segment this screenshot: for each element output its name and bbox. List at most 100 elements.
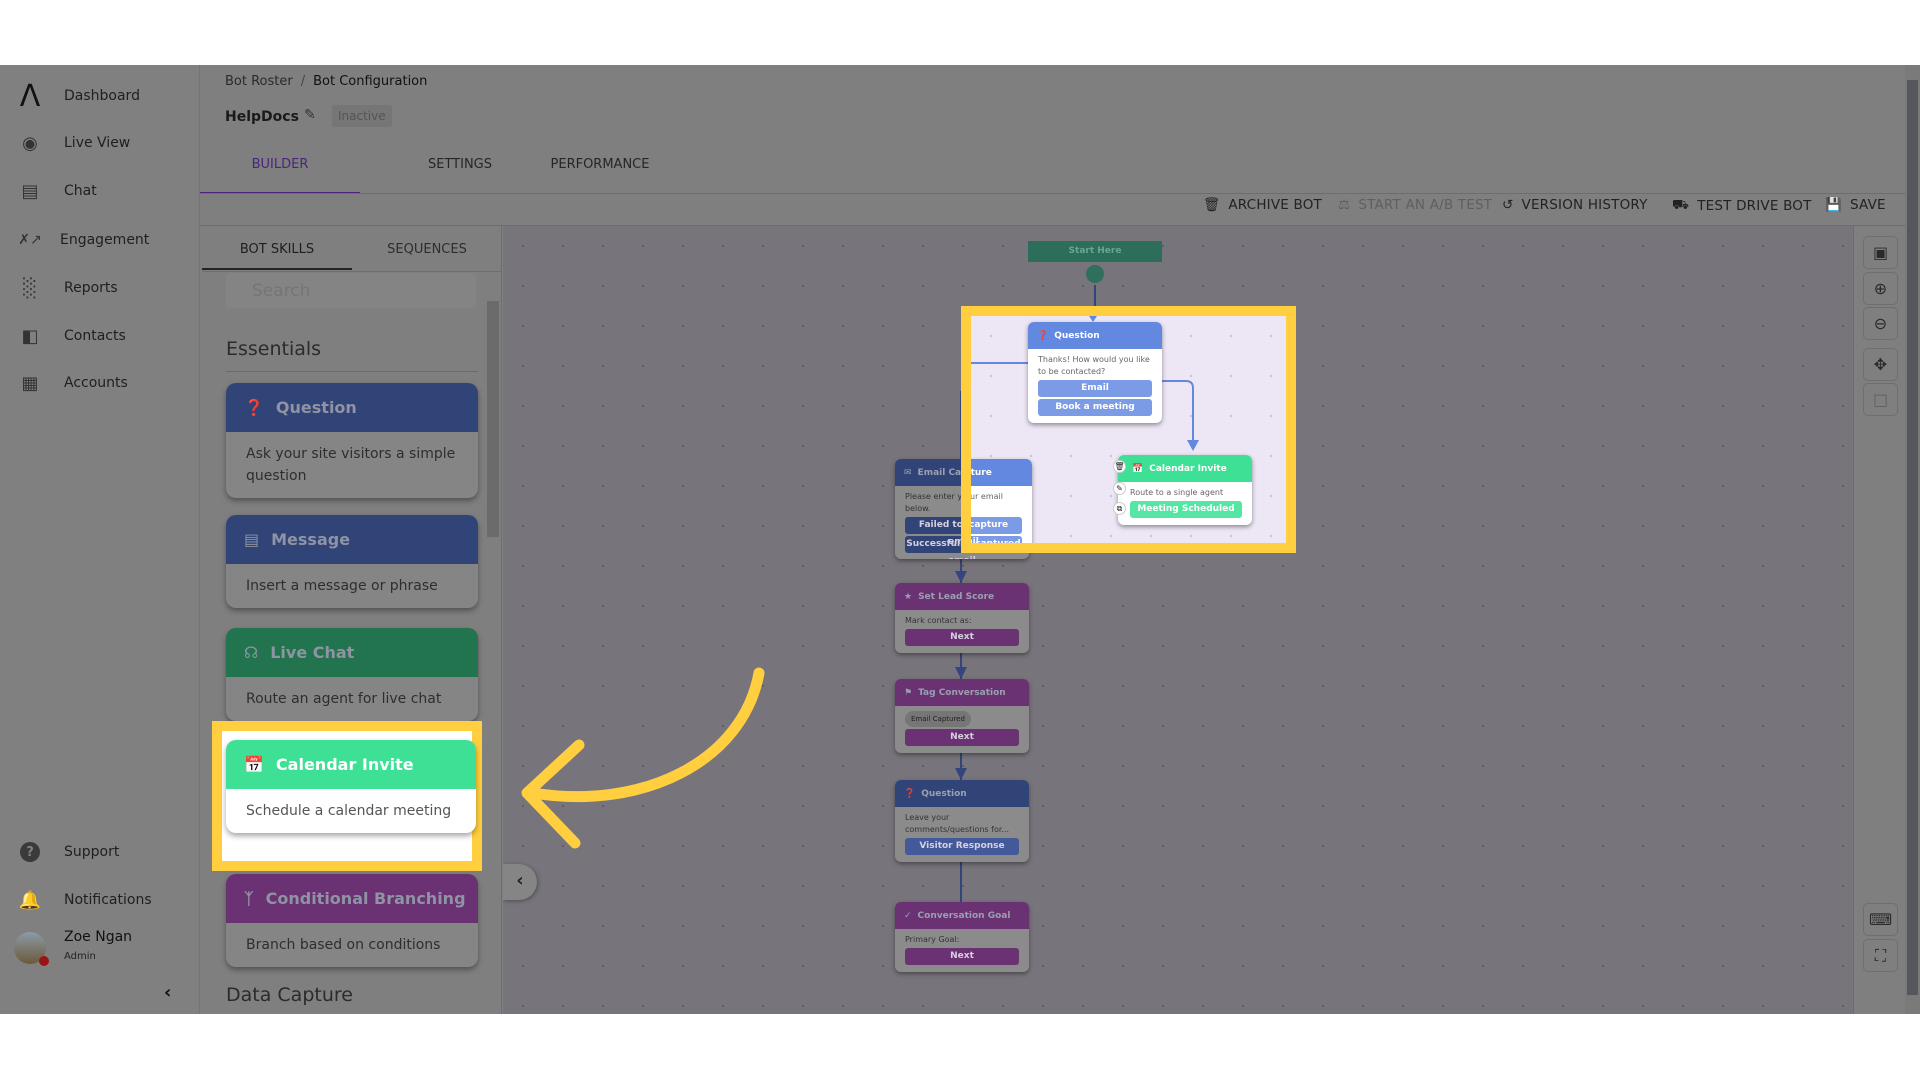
start-node-circle (1086, 265, 1104, 283)
center-view-button[interactable]: ▣ (1863, 236, 1898, 269)
node-calendar-invite[interactable]: 📅 Calendar Invite Route to a single agent… (1118, 455, 1252, 525)
sidebar-item-contacts[interactable]: ◧ Contacts (0, 316, 200, 356)
divider (226, 371, 478, 372)
connector-line (1161, 380, 1194, 441)
avatar[interactable] (14, 932, 49, 966)
pan-button[interactable]: ✥ (1863, 348, 1898, 381)
canvas-controls: ▣ ⊕ ⊖ ✥ □ ⌨ ⛶ (1853, 226, 1905, 1014)
star-icon: ★ (904, 591, 913, 602)
tab-builder[interactable]: BUILDER (200, 150, 360, 194)
fullscreen-button[interactable]: ⛶ (1863, 939, 1898, 972)
sidebar-item-engagement[interactable]: ✗↗ Engagement (0, 220, 200, 260)
node-conversation-goal[interactable]: ✓ Conversation Goal Primary Goal: Next (895, 902, 1029, 972)
calendar-icon: 📅 (244, 755, 264, 774)
zoom-out-icon: ⊖ (1873, 314, 1888, 333)
section-data-capture: Data Capture (226, 984, 353, 1006)
copy-node-icon[interactable]: ⧉ (1113, 502, 1126, 515)
user-name: Zoe Ngan (64, 929, 133, 945)
panel-scrollbar[interactable] (487, 301, 499, 537)
question-icon: ❓ (244, 398, 264, 417)
sidebar-item-accounts[interactable]: ▦ Accounts (0, 363, 200, 403)
headset-icon: ☊ (244, 643, 259, 662)
skill-card-calendar-invite[interactable]: 📅 Calendar Invite Schedule a calendar mee… (226, 740, 476, 833)
breadcrumb-separator: / (300, 74, 306, 89)
chat-icon: ▤ (21, 180, 39, 202)
divider (202, 271, 501, 272)
select-area-button[interactable]: □ (1863, 383, 1898, 416)
help-circle-icon: ? (20, 842, 40, 862)
status-dot (39, 956, 49, 966)
check-icon: ✓ (904, 910, 912, 921)
keyboard-shortcuts-button[interactable]: ⌨ (1863, 903, 1898, 936)
question-icon: ❓ (904, 788, 916, 799)
version-history-button[interactable]: ↺ VERSION HISTORY (1502, 197, 1648, 213)
tag-icon: ⚑ (904, 687, 913, 698)
sidebar-item-notifications[interactable]: 🔔 Notifications (0, 880, 200, 920)
edit-node-icon[interactable]: ✎ (1113, 482, 1126, 495)
delete-node-icon[interactable]: 🗑 (1113, 460, 1126, 473)
logo-icon: Λ (19, 78, 41, 114)
sidebar: Λ Dashboard ◉ Live View ▤ Chat ✗↗ Engage… (0, 65, 200, 1014)
archive-bot-button[interactable]: 🗑 ARCHIVE BOT (1203, 197, 1322, 213)
page-scrollbar[interactable] (1905, 65, 1920, 1014)
contact-card-icon: ◧ (21, 325, 39, 347)
bot-skills-panel: BOT SKILLS SEQUENCES Essentials ❓Questio… (202, 226, 502, 1014)
highlight-box: ✉Email Capture Please enter your email b… (961, 306, 1296, 553)
flow-canvas[interactable]: Start Here ✉ Email Capture Please enter y… (503, 226, 1853, 1014)
skill-card-live-chat[interactable]: ☊ Live Chat Route an agent for live chat (226, 628, 478, 721)
sidebar-item-support[interactable]: ? Support (0, 832, 200, 872)
history-icon: ↺ (1502, 197, 1514, 213)
arrow-head (1187, 440, 1199, 451)
collapse-sidebar-icon[interactable]: ‹ (164, 982, 171, 1003)
zoom-out-button[interactable]: ⊖ (1863, 307, 1898, 340)
arrow-head (955, 667, 967, 679)
sidebar-item-chat[interactable]: ▤ Chat (0, 171, 200, 211)
node-email-capture-highlighted[interactable]: ✉Email Capture Please enter your email b… (971, 459, 1032, 543)
sidebar-item-reports[interactable]: ░ Reports (0, 268, 200, 308)
keyboard-icon: ⌨ (1868, 910, 1893, 929)
start-here-node[interactable]: Start Here (1028, 241, 1162, 262)
search-input[interactable] (226, 273, 476, 308)
breadcrumb-bot-configuration: Bot Configuration (313, 74, 428, 89)
globe-search-icon: ◉ (22, 132, 38, 154)
building-icon: ▦ (21, 372, 39, 394)
app: Λ Dashboard ◉ Live View ▤ Chat ✗↗ Engage… (0, 65, 1920, 1014)
sidebar-item-live-view[interactable]: ◉ Live View (0, 123, 200, 163)
skill-card-question[interactable]: ❓ Question Ask your site visitors a simpl… (226, 383, 478, 498)
breadcrumb: Bot Roster / Bot Configuration (225, 74, 427, 89)
arrow-head (955, 768, 967, 780)
bot-name: HelpDocs (225, 109, 299, 125)
ab-test-button[interactable]: ⚖ START AN A/B TEST (1338, 197, 1492, 213)
zoom-in-icon: ⊕ (1873, 279, 1888, 298)
fullscreen-icon: ⛶ (1874, 945, 1887, 965)
select-area-icon: □ (1872, 390, 1889, 409)
car-icon: ⛟ (1672, 197, 1690, 213)
skill-card-conditional-branching[interactable]: ᛉ Conditional Branching Branch based on c… (226, 874, 478, 967)
user-role: Admin (64, 951, 96, 962)
breadcrumb-bot-roster[interactable]: Bot Roster (225, 74, 293, 89)
tab-performance[interactable]: PERFORMANCE (520, 150, 680, 190)
tab-settings[interactable]: SETTINGS (380, 150, 540, 190)
pointer-arrow-curve (527, 667, 765, 803)
sidebar-item-dashboard[interactable]: Λ Dashboard (0, 76, 200, 116)
zoom-in-button[interactable]: ⊕ (1863, 272, 1898, 305)
flask-icon: ⚖ (1338, 197, 1351, 213)
tab-bot-skills[interactable]: BOT SKILLS (202, 230, 352, 270)
node-tag-conversation[interactable]: ⚑ Tag Conversation Email Captured Next (895, 679, 1029, 753)
save-icon: 💾 (1825, 197, 1843, 213)
tab-sequences[interactable]: SEQUENCES (352, 230, 501, 270)
save-button[interactable]: 💾 SAVE (1825, 197, 1886, 213)
skill-card-message[interactable]: ▤ Message Insert a message or phrase (226, 515, 478, 608)
edit-pencil-icon[interactable]: ✎ (304, 107, 316, 123)
node-question[interactable]: ❓ Question Thanks! How would you like to … (1028, 322, 1162, 423)
bar-chart-icon: ░ (23, 277, 37, 299)
node-question-comments[interactable]: ❓ Question Leave your comments/questions … (895, 780, 1029, 862)
scrollbar-thumb[interactable] (1907, 80, 1918, 995)
header: Bot Roster / Bot Configuration HelpDocs … (200, 65, 1905, 226)
node-set-lead-score[interactable]: ★ Set Lead Score Mark contact as: Next (895, 583, 1029, 653)
trash-icon: 🗑 (1203, 197, 1221, 213)
pointer-arrow (521, 667, 765, 849)
calendar-icon: 📅 (1132, 463, 1144, 474)
test-drive-bot-button[interactable]: ⛟ TEST DRIVE BOT (1672, 197, 1812, 215)
move-icon: ✥ (1873, 355, 1888, 374)
